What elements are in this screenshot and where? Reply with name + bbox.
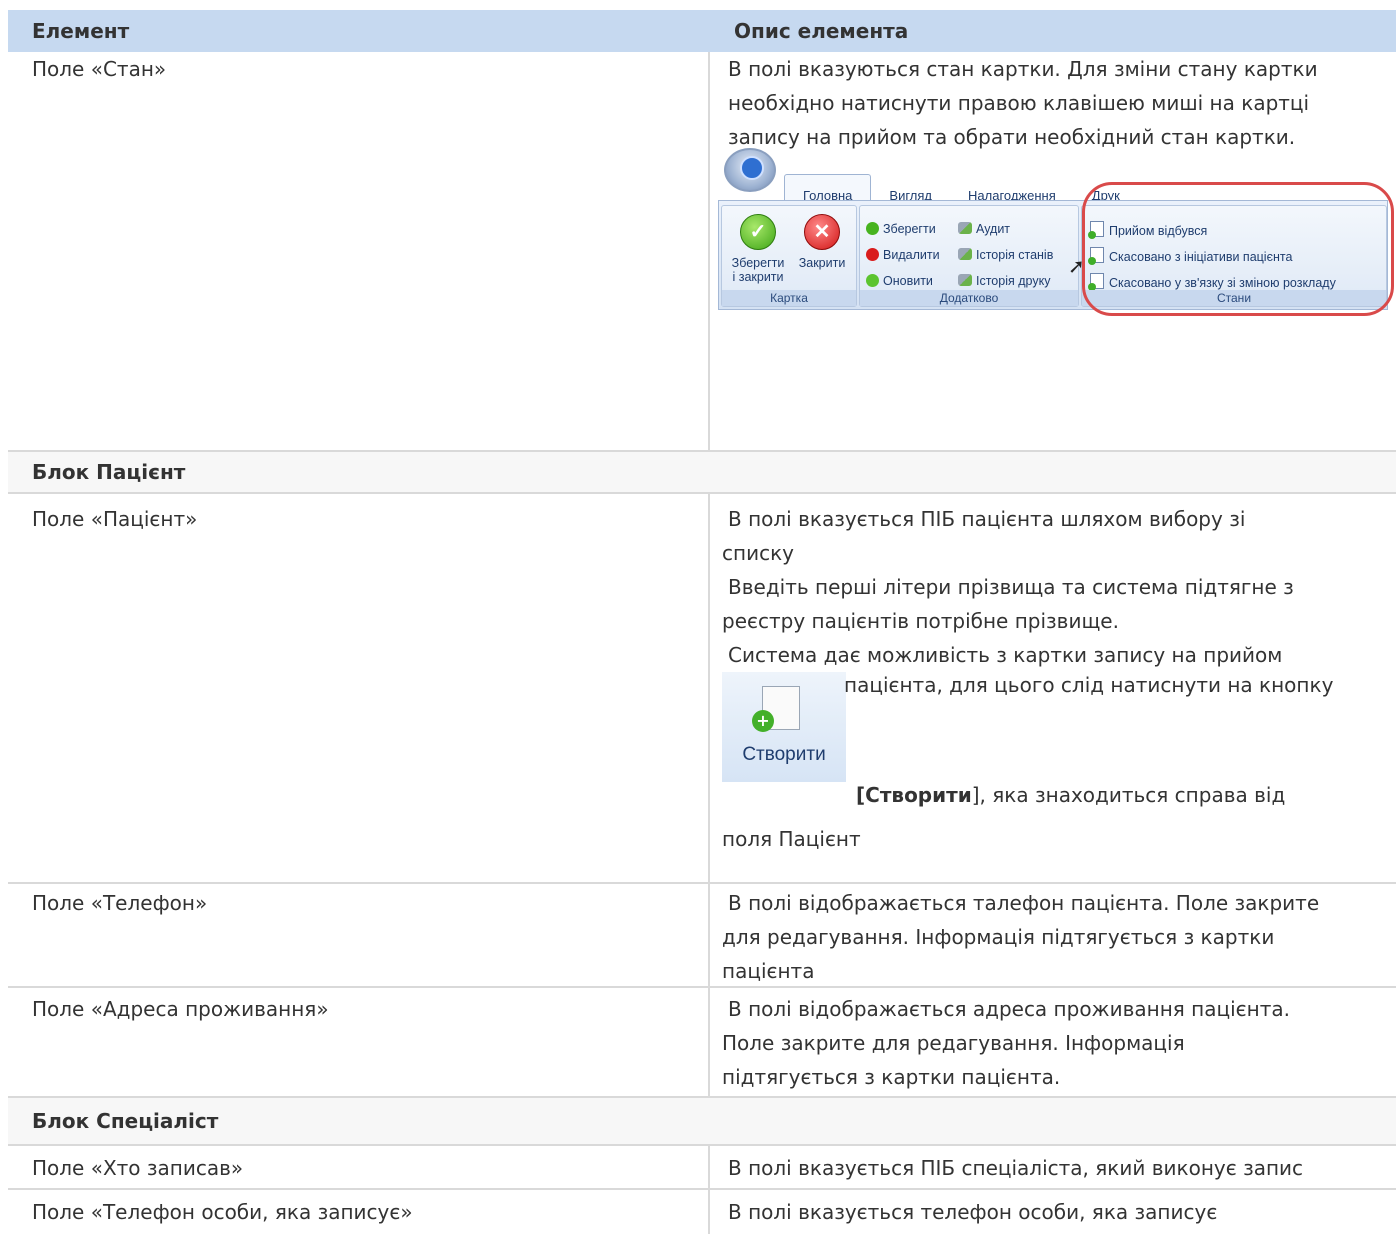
desc-line: [Створити], яка знаходиться справа від	[856, 778, 1285, 812]
table-row: Поле «Адреса проживання» В полі відображ…	[8, 988, 1396, 1098]
close-label: Закрити	[798, 256, 846, 270]
row-phone-person-name: Поле «Телефон особи, яка записує»	[8, 1190, 710, 1234]
row-stan-name: Поле «Стан»	[8, 52, 710, 450]
close-icon: ✕	[804, 214, 840, 250]
desc-line: підтягується з картки пацієнта.	[722, 1065, 1061, 1089]
header-description: Опис елемента	[734, 19, 909, 43]
desc-line-rest: ], яка знаходиться справа від	[971, 783, 1286, 807]
desc-line: пацієнта, для цього слід натиснути на кн…	[844, 673, 1334, 697]
desc-line: необхідно натиснути правою клавішею миші…	[728, 91, 1310, 115]
row-patient-description: В полі вказується ПІБ пацієнта шляхом ви…	[710, 494, 1396, 882]
desc-line: поля Пацієнт	[722, 827, 861, 851]
section-patient: Блок Пацієнт	[8, 452, 1396, 492]
table-row: Поле «Телефон особи, яка записує» В полі…	[8, 1190, 1396, 1234]
ribbon-screenshot: Головна Вигляд Налагодження Друк ✓ Зберегти…	[718, 148, 1394, 316]
row-phone-person-description: В полі вказується телефон особи, яка зап…	[728, 1200, 1218, 1224]
gears-icon	[958, 274, 972, 286]
table-row: Поле «Стан» В полі вказуються стан картк…	[8, 52, 1396, 452]
refresh-icon	[866, 274, 879, 287]
desc-line: для редагування. Інформація підтягується…	[722, 925, 1275, 949]
table-row: Поле «Телефон» В полі відображається тал…	[8, 884, 1396, 988]
desc-line: В полі відображається талефон пацієнта. …	[728, 891, 1320, 915]
desc-line: Система дає можливість з картки запису н…	[728, 643, 1283, 667]
group-extra: Зберегти Видалити Оновити Аудит Історія …	[859, 205, 1079, 307]
row-who-name: Поле «Хто записав»	[8, 1146, 710, 1188]
create-button-label: Створити	[742, 744, 826, 765]
check-icon	[866, 222, 879, 235]
header-element: Елемент	[32, 19, 130, 43]
row-phone-description: В полі відображається талефон пацієнта. …	[710, 884, 1396, 986]
desc-line: В полі вказується ПІБ пацієнта шляхом ви…	[728, 507, 1246, 531]
create-bold-label: [Створити	[856, 783, 972, 807]
mouse-cursor-icon: ➚	[1068, 256, 1085, 278]
plus-icon: +	[752, 710, 774, 732]
row-address-name: Поле «Адреса проживання»	[8, 988, 710, 1096]
group-card: ✓ Зберегти і закрити ✕ Закрити Картка	[721, 205, 857, 307]
row-address-description: В полі відображається адреса проживання …	[710, 988, 1396, 1096]
table-row: Поле «Пацієнт» В полі вказується ПІБ пац…	[8, 494, 1396, 884]
desc-line: В полі відображається адреса проживання …	[728, 997, 1290, 1021]
app-orb-icon	[724, 148, 776, 192]
group-label: Картка	[722, 290, 856, 306]
table-row: Поле «Хто записав» В полі вказується ПІБ…	[8, 1146, 1396, 1190]
delete-icon	[866, 248, 879, 261]
create-button-image: + Створити	[722, 672, 846, 782]
group-label: Додатково	[860, 290, 1078, 306]
description-table: Елемент Опис елемента Поле «Стан» В полі…	[8, 10, 1396, 1234]
save-close-label-2: і закрити	[732, 270, 784, 284]
section-row: Блок Пацієнт	[8, 452, 1396, 494]
desc-line: списку	[722, 541, 794, 565]
desc-line: реєстру пацієнтів потрібне прізвище.	[722, 609, 1119, 633]
create-button-block: + Створити пацієнта, для цього слід нати…	[722, 672, 1396, 818]
gears-icon	[958, 248, 972, 260]
section-row: Блок Спеціаліст	[8, 1098, 1396, 1146]
desc-line: Поле закрите для редагування. Інформація	[722, 1031, 1185, 1055]
highlight-ellipse	[1082, 182, 1394, 316]
desc-line: Введіть перші літери прізвища та система…	[728, 575, 1294, 599]
print-history-label: Історія друку	[976, 274, 1051, 288]
state-history-label: Історія станів	[976, 248, 1054, 262]
section-specialist: Блок Спеціаліст	[8, 1098, 1396, 1144]
check-icon: ✓	[740, 214, 776, 250]
desc-line: запису на прийом та обрати необхідний ст…	[728, 125, 1296, 149]
desc-line: В полі вказуються стан картки. Для зміни…	[728, 57, 1318, 81]
save-close-label-1: Зберегти	[731, 256, 785, 270]
save-close-button: ✓ Зберегти і закрити	[726, 214, 790, 284]
delete-item-label: Видалити	[883, 248, 940, 262]
ribbon-tabs: Головна Вигляд Налагодження Друк	[784, 174, 1138, 217]
row-phone-name: Поле «Телефон»	[8, 884, 710, 986]
desc-line: пацієнта	[722, 959, 815, 983]
row-stan-description: В полі вказуються стан картки. Для зміни…	[710, 52, 1396, 450]
audit-item-label: Аудит	[976, 222, 1011, 236]
row-who-description: В полі вказується ПІБ спеціаліста, який …	[728, 1156, 1304, 1180]
table-header: Елемент Опис елемента	[8, 10, 1396, 52]
refresh-item-label: Оновити	[883, 274, 933, 288]
row-patient-name: Поле «Пацієнт»	[8, 494, 710, 882]
save-item-label: Зберегти	[883, 222, 936, 236]
gears-icon	[958, 222, 972, 234]
close-button: ✕ Закрити	[792, 214, 852, 270]
